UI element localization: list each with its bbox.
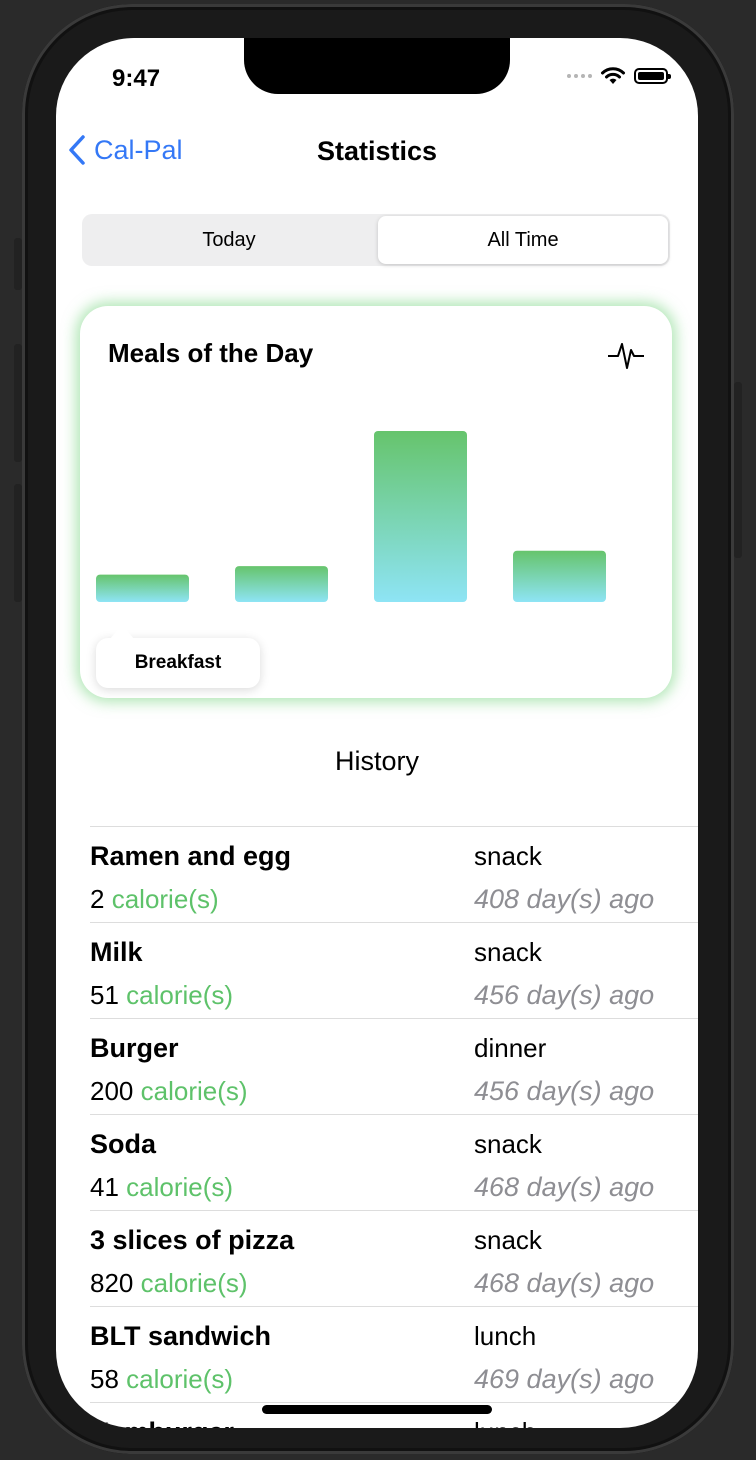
time-ago: 408 day(s) ago — [474, 884, 655, 914]
food-name: BLT sandwich — [90, 1321, 272, 1351]
screen: 9:47 Cal-Pal Statistics Today All Time M… — [56, 38, 698, 1428]
calorie-count: 51 calorie(s) — [90, 980, 233, 1011]
calorie-unit: calorie(s) — [140, 1268, 248, 1298]
calorie-count: 41 calorie(s) — [90, 1172, 233, 1203]
history-row[interactable]: BLT sandwich 58 calorie(s) lunch 469 day(s)… — [90, 1306, 698, 1402]
meal-type: snack — [474, 841, 542, 871]
calorie-unit: calorie(s) — [140, 1076, 248, 1106]
calorie-unit: calorie(s) — [126, 1364, 234, 1394]
calorie-value: 51 — [90, 980, 119, 1010]
food-name: Hamburger — [90, 1417, 234, 1428]
time-ago: 468 day(s) ago — [474, 1268, 655, 1298]
food-name: Milk — [90, 937, 143, 967]
calorie-value: 58 — [90, 1364, 119, 1394]
time-ago: 469 day(s) ago — [474, 1364, 655, 1394]
notch — [244, 38, 510, 94]
history-row[interactable]: Milk 51 calorie(s) snack 456 day(s) ago — [90, 922, 698, 1018]
food-name: Burger — [90, 1033, 179, 1063]
calorie-value: 41 — [90, 1172, 119, 1202]
wifi-icon — [601, 67, 625, 84]
power-button — [734, 382, 742, 558]
calorie-count: 200 calorie(s) — [90, 1076, 248, 1107]
calorie-unit: calorie(s) — [126, 1172, 234, 1202]
period-segmented-control: Today All Time — [82, 214, 670, 266]
time-ago: 456 day(s) ago — [474, 1076, 655, 1106]
time-ago: 456 day(s) ago — [474, 980, 655, 1010]
calorie-unit: calorie(s) — [126, 980, 234, 1010]
segment-all-time[interactable]: All Time — [378, 216, 668, 264]
calorie-unit: calorie(s) — [111, 884, 219, 914]
meal-type: snack — [474, 937, 542, 967]
history-row[interactable]: 3 slices of pizza 820 calorie(s) snack 468 … — [90, 1210, 698, 1306]
meal-type: lunch — [474, 1417, 536, 1428]
meal-type: lunch — [474, 1321, 537, 1351]
time-ago: 468 day(s) ago — [474, 1172, 655, 1202]
chart-bar[interactable] — [513, 550, 606, 602]
history-list: Ramen and egg 2 calorie(s) snack 408 day(s)… — [90, 826, 698, 1428]
calorie-value: 820 — [90, 1268, 134, 1298]
food-name: Ramen and egg — [90, 841, 292, 871]
volume-up-button — [14, 344, 22, 462]
signal-icon — [567, 74, 592, 78]
mute-switch — [14, 238, 22, 290]
bar-tooltip: Breakfast — [96, 625, 260, 688]
calorie-count: 58 calorie(s) — [90, 1364, 233, 1395]
status-icons — [567, 66, 671, 86]
calorie-value: 2 — [90, 884, 105, 914]
meal-type: dinner — [474, 1033, 547, 1063]
food-name: Soda — [90, 1129, 157, 1159]
calorie-count: 2 calorie(s) — [90, 884, 219, 915]
volume-down-button — [14, 484, 22, 602]
chart-bar[interactable] — [96, 574, 189, 602]
history-row[interactable]: Burger 200 calorie(s) dinner 456 day(s) ago — [90, 1018, 698, 1114]
food-name: 3 slices of pizza — [90, 1225, 295, 1255]
status-time: 9:47 — [112, 65, 161, 92]
history-title: History — [334, 746, 419, 776]
meal-type: snack — [474, 1129, 542, 1159]
history-row[interactable]: Soda 41 calorie(s) snack 468 day(s) ago — [90, 1114, 698, 1210]
battery-icon — [634, 68, 671, 84]
segment-today[interactable]: Today — [84, 216, 374, 264]
calorie-value: 200 — [90, 1076, 134, 1106]
home-indicator[interactable] — [262, 1405, 492, 1414]
meal-type: snack — [474, 1225, 542, 1255]
chart-bar[interactable] — [235, 566, 328, 602]
chart-bar[interactable] — [374, 431, 467, 602]
meals-chart-card: Meals of the Day Breakfast — [80, 306, 672, 698]
calorie-count: 820 calorie(s) — [90, 1268, 248, 1299]
page-title: Statistics — [316, 136, 438, 166]
history-row[interactable]: Ramen and egg 2 calorie(s) snack 408 day(s)… — [90, 826, 698, 922]
